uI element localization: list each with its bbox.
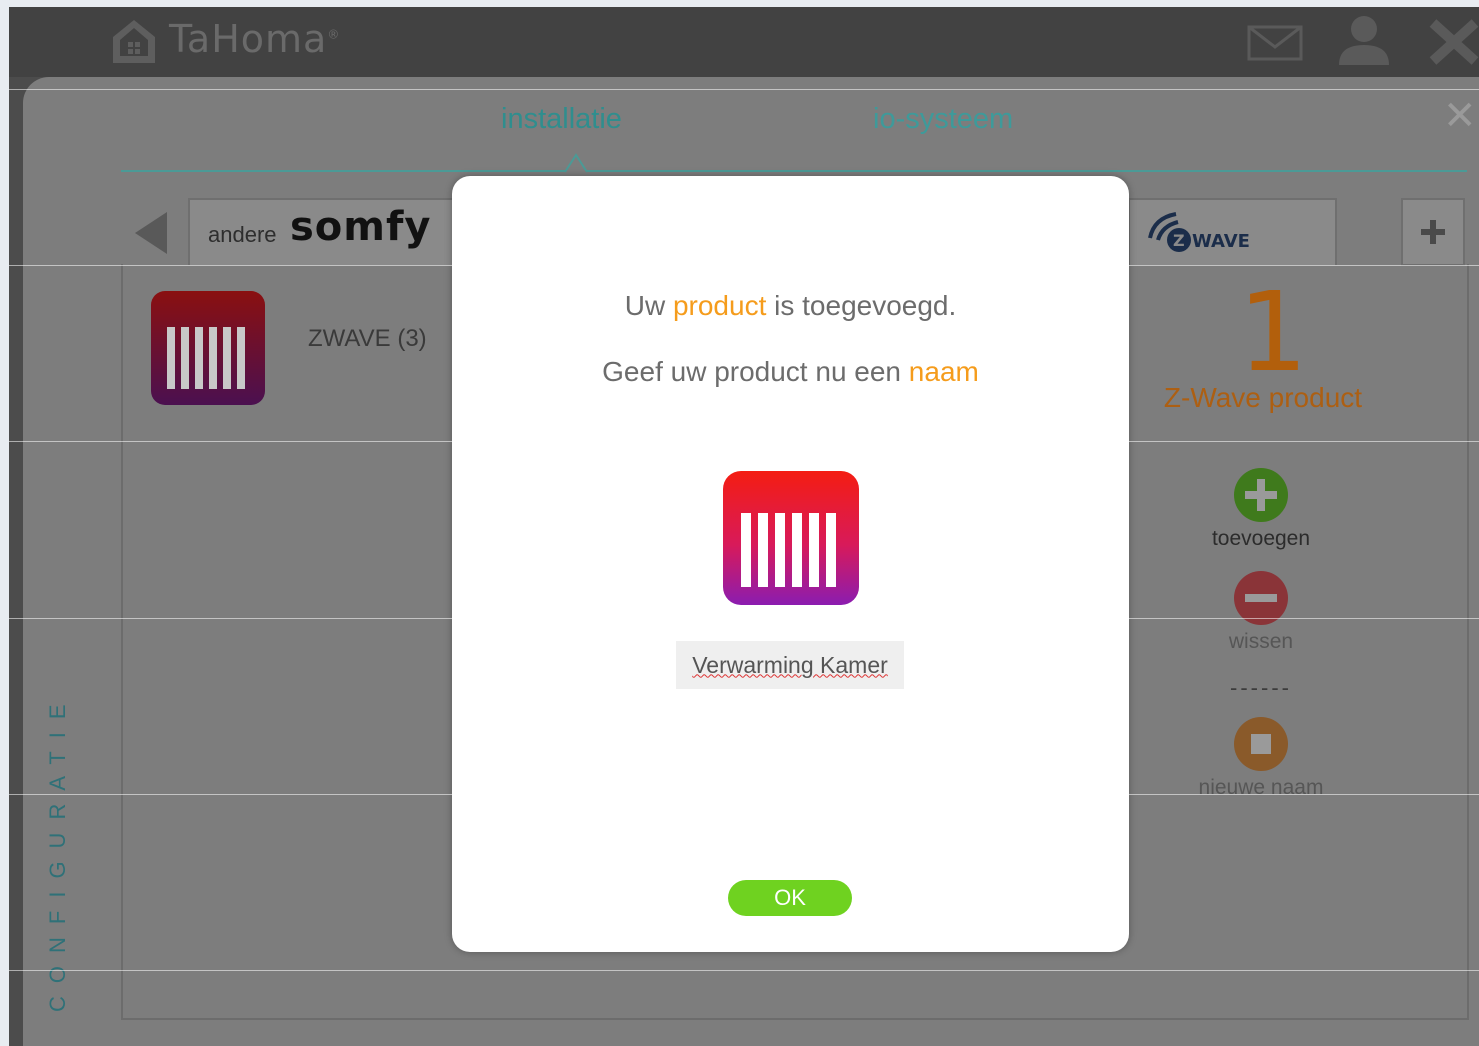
svg-text:WAVE: WAVE — [1192, 231, 1250, 252]
plus-icon — [1421, 220, 1445, 244]
configuratie-vertical-label: CONFIGURATIE — [45, 691, 70, 1012]
guide-line — [9, 618, 1479, 619]
guide-line — [9, 265, 1479, 266]
brand-tab-zwave[interactable]: Z WAVE — [1128, 198, 1337, 265]
guide-line — [9, 89, 1479, 90]
rename-product-button[interactable]: nieuwe naam — [1161, 776, 1361, 800]
tab-io-systeem[interactable]: io-systeem — [873, 103, 1013, 136]
zwave-logo-icon: Z WAVE — [1148, 212, 1250, 252]
svg-text:Z: Z — [1173, 231, 1185, 250]
product-group-label[interactable]: ZWAVE (3) — [308, 325, 427, 353]
home-logo-icon — [113, 20, 155, 63]
product-count-label: Z-Wave product — [1163, 382, 1363, 413]
close-app-icon[interactable] — [1429, 19, 1479, 65]
add-brand-button[interactable] — [1401, 198, 1465, 266]
tab-underline — [121, 170, 1467, 172]
add-product-button[interactable]: toevoegen — [1161, 527, 1361, 551]
tab-installatie[interactable]: installatie — [501, 103, 622, 136]
radiator-product-icon — [723, 471, 859, 605]
active-tab-caret-icon — [564, 153, 588, 173]
brand-andere-label: andere — [208, 222, 277, 247]
product-count: 1 — [1238, 268, 1308, 396]
rename-icon[interactable] — [1233, 716, 1289, 772]
panel-close-icon[interactable]: ✕ — [1443, 93, 1477, 139]
delete-product-button[interactable]: wissen — [1161, 630, 1361, 654]
actions-separator: ------ — [1230, 675, 1292, 700]
product-name-input[interactable] — [676, 641, 904, 689]
dialog-message-name-prompt: Geef uw product nu een naam — [602, 356, 979, 387]
guide-line — [9, 794, 1479, 795]
top-bar: TaHoma® — [9, 7, 1479, 77]
dialog-message-added: Uw product is toegevoegd. — [624, 290, 957, 321]
brand-tab-somfy[interactable]: andere somfy — [188, 198, 460, 265]
add-icon[interactable] — [1233, 467, 1289, 523]
radiator-product-icon[interactable] — [151, 291, 265, 405]
product-added-dialog: Uw product is toegevoegd. Geef uw produc… — [452, 176, 1129, 952]
guide-line — [9, 441, 1479, 442]
mail-icon[interactable] — [1247, 25, 1303, 61]
brand-name: TaHoma® — [169, 17, 341, 61]
somfy-logo: somfy — [290, 204, 432, 250]
guide-line — [9, 970, 1479, 971]
ok-button[interactable]: OK — [728, 880, 852, 916]
user-icon[interactable] — [1335, 13, 1393, 65]
brand-prev-arrow-icon[interactable] — [133, 210, 169, 256]
